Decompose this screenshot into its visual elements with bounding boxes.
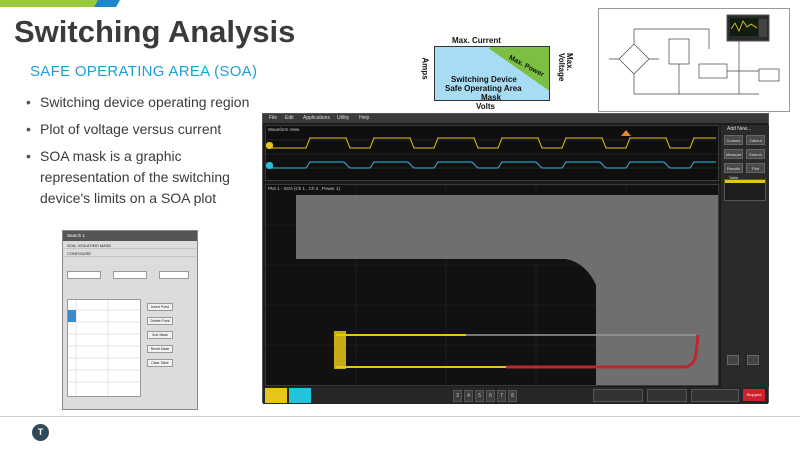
zoom-icon[interactable] [727,355,739,365]
bullet-item: SOA mask is a graphic representation of … [26,146,256,209]
channel-4-button[interactable]: 4 [464,390,473,402]
settings-source-fields [67,265,193,283]
plot-button[interactable]: Plot [746,163,765,173]
soa-diagram: Max. Current Max. Power Switching Device… [420,34,580,114]
reset-mask-button[interactable]: Reset Mask [147,345,173,353]
acquisition-panel[interactable] [691,389,739,402]
delete-point-button[interactable]: Delete Point [147,317,173,325]
soa-plot-title: Plot 1 - SOA (Ch 1 , Ch 2 , Power 1) [268,186,341,191]
search-button[interactable]: Search [746,149,765,159]
trigger-marker [621,130,631,136]
channel-8-button[interactable]: 8 [508,390,517,402]
ch1-badge[interactable] [265,388,287,403]
slide-subtitle: SAFE OPERATING AREA (SOA) [30,63,258,80]
settings-row[interactable]: SOA, VIOLATING MASK [63,241,197,249]
add-new-label: Add New... [727,126,752,132]
soa-trace-yellow [336,334,506,368]
soa-max-current-label: Max. Current [452,36,501,45]
ch2-badge[interactable] [289,388,311,403]
bullet-item: Plot of voltage versus current [26,119,256,140]
scope-bottom-bar: 3 4 5 6 7 8 Stopped [263,387,768,404]
soa-mask-region [296,195,718,385]
soa-center-line3: Mask [481,93,502,101]
soa-xy-plot[interactable]: Plot 1 - SOA (Ch 1 , Ch 2 , Power 1) [265,184,719,386]
stopped-button[interactable]: Stopped [743,389,765,401]
waveform-view[interactable]: Waveform View [265,125,719,181]
waveform-view-title: Waveform View [268,127,300,132]
mask-point-table[interactable] [67,299,141,397]
menu-help[interactable]: Help [359,115,369,121]
channel-6-button[interactable]: 6 [486,390,495,402]
trash-icon[interactable] [747,355,759,365]
menu-edit[interactable]: Edit [285,115,294,121]
settings-header: Search 1 [63,231,197,241]
channel-3-button[interactable]: 3 [453,390,462,402]
channel-5-button[interactable]: 5 [475,390,484,402]
soa-amps-label: Amps [420,57,430,80]
source-select[interactable] [67,271,101,279]
horizontal-panel[interactable] [593,389,643,402]
bullet-list: Switching device operating region Plot o… [26,92,256,215]
insert-point-button[interactable]: Insert Point [147,303,173,311]
menu-utility[interactable]: Utility [337,115,349,121]
slide-title: Switching Analysis [14,14,296,49]
search-settings-panel: Search 1 SOA, VIOLATING MASK CONFIGURE I… [62,230,198,410]
oscilloscope-window: File Edit Applications Utility Help Wave… [262,113,769,404]
soa-area-box: Max. Power Switching Device Safe Operati… [434,46,550,101]
menu-applications[interactable]: Applications [303,115,330,121]
footer-divider [0,416,800,417]
results-table-button[interactable]: Results Table [724,163,743,180]
ch1-marker [266,142,273,149]
ch2-marker [266,162,273,169]
search-result-badge[interactable] [724,179,766,201]
company-logo: T [32,424,49,441]
soa-volts-label: Volts [476,102,495,111]
settings-row[interactable]: CONFIGURE [63,249,197,257]
current-source-select[interactable] [113,271,147,279]
scope-right-panel: Add New... Cursors Callout Measure Searc… [721,125,769,387]
sort-mask-button[interactable]: Sort Mask [147,331,173,339]
scope-menubar: File Edit Applications Utility Help [263,114,768,123]
soa-trace-yellow-cluster [334,331,346,369]
logic-select[interactable] [159,271,189,279]
trigger-panel[interactable] [647,389,687,402]
bullet-item: Switching device operating region [26,92,256,113]
channel-7-button[interactable]: 7 [497,390,506,402]
ch2-waveform [270,161,716,169]
soa-center-line1: Switching Device [451,75,517,84]
measure-button[interactable]: Measure [724,149,743,159]
soa-max-voltage-label: Max. Voltage [557,53,574,82]
callout-button[interactable]: Callout [746,135,765,145]
soa-center-line2: Safe Operating Area [445,84,522,93]
circuit-diagram [598,8,790,112]
accent-bar-blue [93,0,121,7]
ch1-waveform [270,137,716,149]
clear-table-button[interactable]: Clear Table [147,359,173,367]
cursors-button[interactable]: Cursors [724,135,743,145]
menu-file[interactable]: File [269,115,277,121]
